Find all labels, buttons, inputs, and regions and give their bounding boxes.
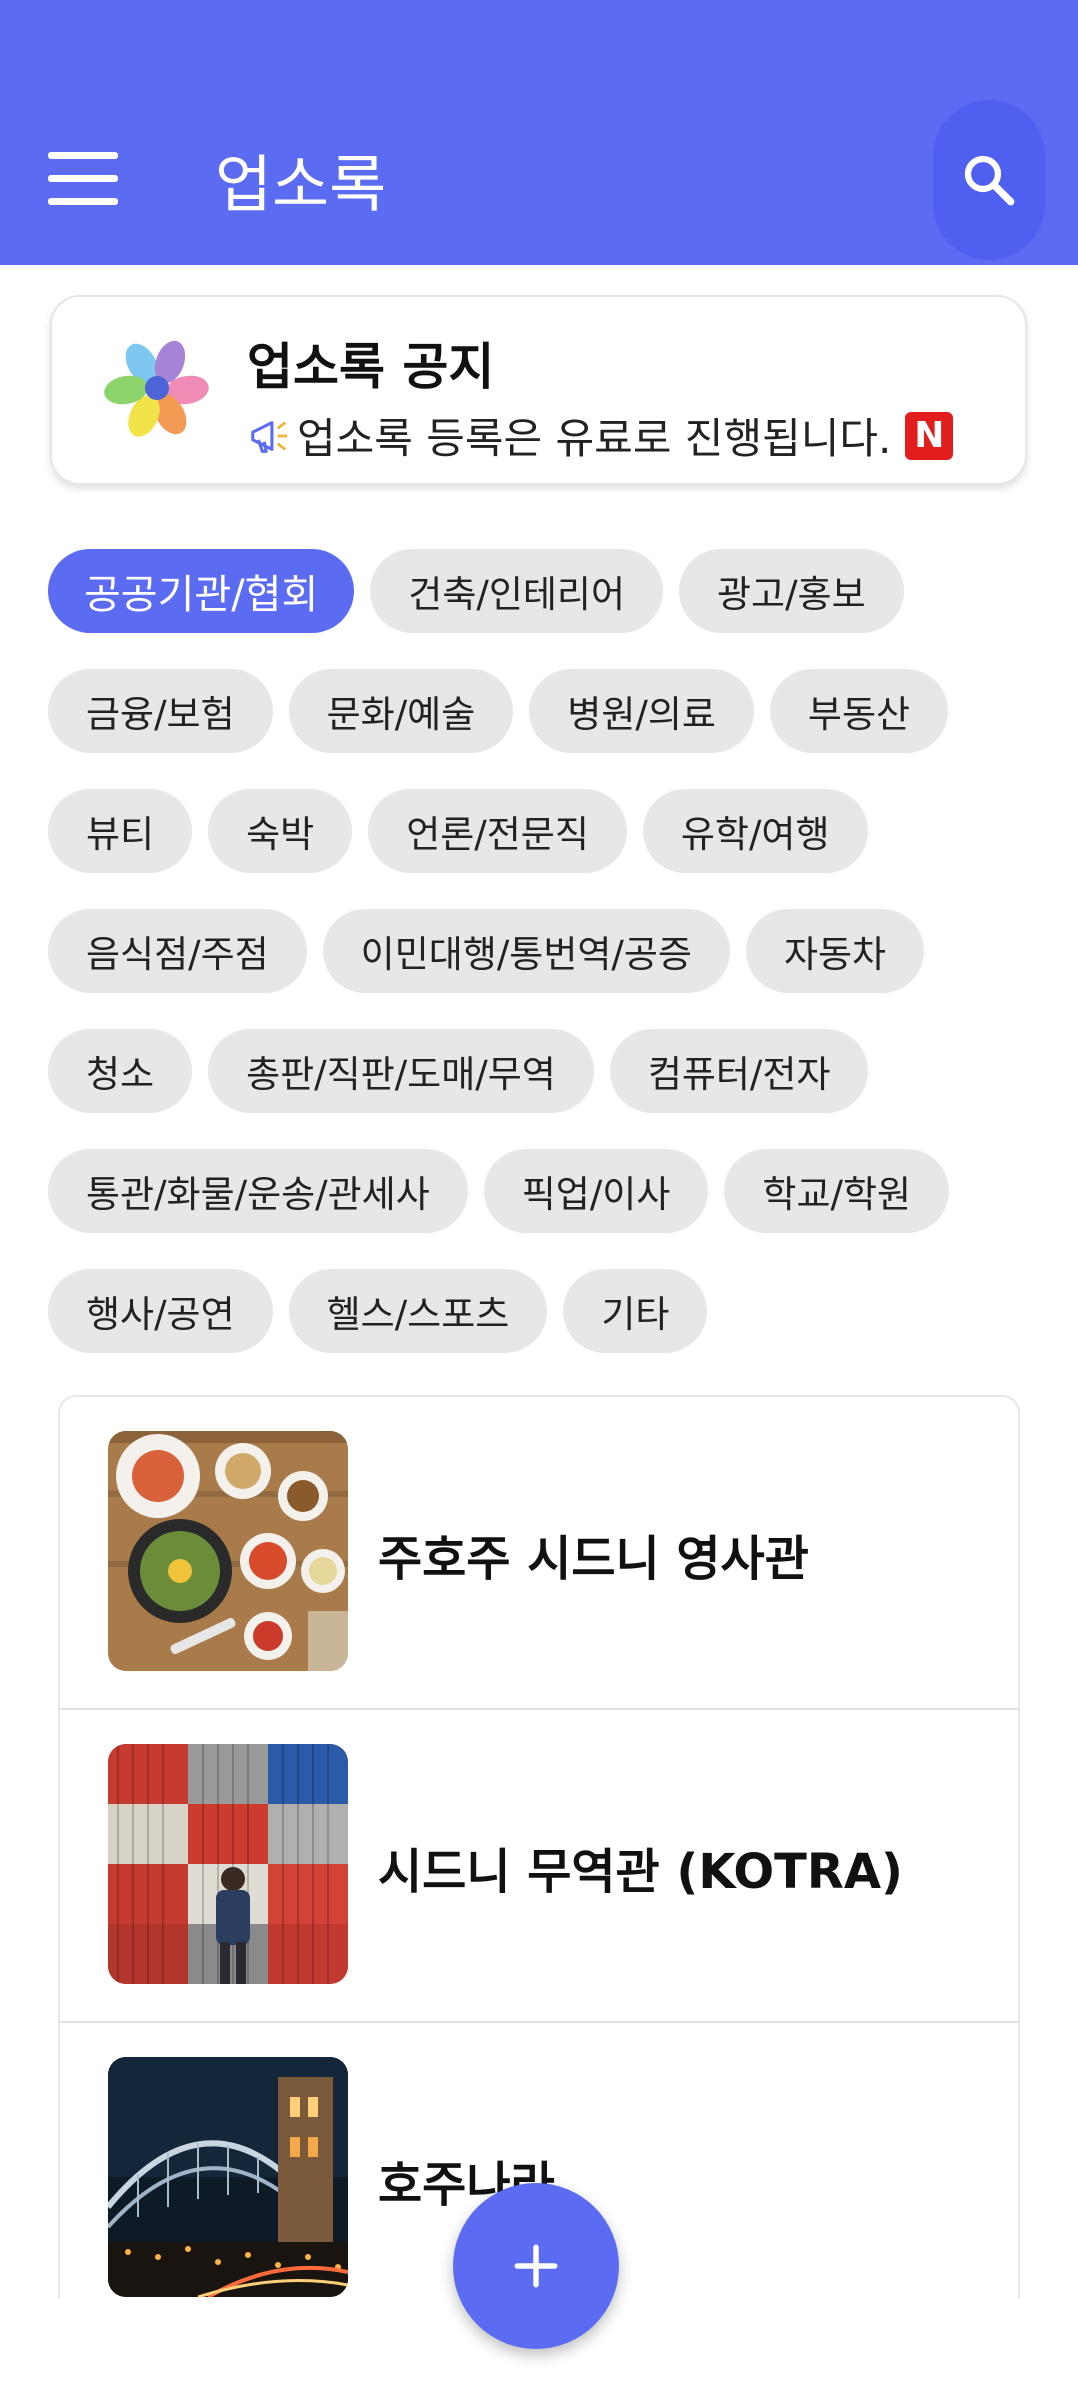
app-bar: 업소록 [0,0,1078,265]
category-chip[interactable]: 청소 [48,1029,193,1113]
category-chip[interactable]: 기타 [563,1269,708,1353]
listing-name: 시드니 무역관 (KOTRA) [378,1843,903,1900]
category-chip[interactable]: 금융/보험 [48,669,273,753]
app-logo-icon [104,340,209,437]
category-chip[interactable]: 숙박 [208,789,353,873]
notice-card[interactable]: 업소록 공지 업소록 등록은 유료로 진행됩니다. N [50,295,1027,485]
category-chip[interactable]: 음식점/주점 [48,909,307,993]
category-chip[interactable]: 건축/인테리어 [370,549,663,633]
category-chip[interactable]: 통관/화물/운송/관세사 [48,1149,468,1233]
category-chip[interactable]: 컴퓨터/전자 [609,1029,869,1113]
containers-thumbnail [108,1744,348,1984]
list-item[interactable]: 주호주 시드니 영사관 [60,1397,1018,1710]
food-thumbnail [108,1431,348,1671]
category-chip[interactable]: 뷰티 [48,789,193,873]
category-chip[interactable]: 문화/예술 [288,669,514,753]
category-chip[interactable]: 픽업/이사 [483,1149,709,1233]
megaphone-icon [251,420,288,453]
list-item[interactable]: 시드니 무역관 (KOTRA) [60,1710,1018,2023]
category-chip[interactable]: 광고/홍보 [679,549,904,633]
category-chips: 공공기관/협회 건축/인테리어 광고/홍보 금융/보험 문화/예술 병원/의료 … [48,549,1038,1389]
category-chip-selected[interactable]: 공공기관/협회 [48,549,355,633]
menu-icon[interactable] [48,152,118,206]
category-chip[interactable]: 헬스/스포츠 [288,1269,548,1353]
listing-list: 주호주 시드니 영사관 시드니 무역관 (KOTRA) 호주나라 [58,1395,1020,2298]
category-chip[interactable]: 총판/직판/도매/무역 [208,1029,594,1113]
category-chip[interactable]: 부동산 [769,669,949,753]
page-title: 업소록 [215,148,387,221]
listing-name: 주호주 시드니 영사관 [378,1530,809,1587]
category-chip[interactable]: 유학/여행 [642,789,868,873]
category-chip[interactable]: 언론/전문직 [368,789,627,873]
category-chip[interactable]: 병원/의료 [529,669,754,753]
plus-icon [514,2244,558,2288]
search-button[interactable] [933,100,1045,260]
notice-text: 업소록 등록은 유료로 진행됩니다. [297,414,892,463]
add-listing-button[interactable] [453,2183,619,2349]
search-icon [964,155,1015,206]
category-chip[interactable]: 학교/학원 [724,1149,950,1233]
harbour-bridge-thumbnail [108,2057,348,2297]
category-chip[interactable]: 행사/공연 [48,1269,273,1353]
notice-title: 업소록 공지 [247,338,495,396]
category-chip[interactable]: 이민대행/통번역/공증 [322,909,730,993]
new-badge: N [905,411,954,460]
category-chip[interactable]: 자동차 [745,909,925,993]
